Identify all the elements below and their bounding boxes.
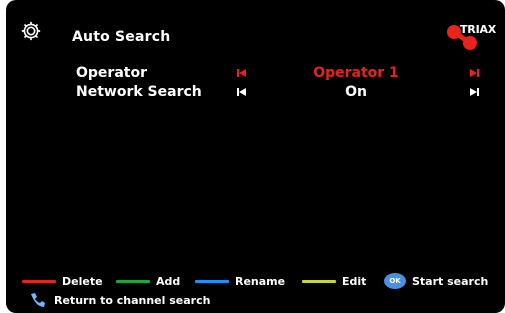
- yellow-key-icon: [302, 279, 336, 283]
- brand-name: TRIAX: [460, 23, 497, 36]
- network-search-label: Network Search: [76, 84, 202, 100]
- return-label: Return to channel search: [54, 293, 211, 307]
- delete-label: Delete: [62, 274, 103, 288]
- footer-legend: Delete Add Rename Edit OK Start search R…: [6, 272, 505, 312]
- rename-hint[interactable]: Rename: [195, 272, 285, 290]
- brand-logo: TRIAX: [446, 22, 498, 52]
- prev-arrow-icon[interactable]: [236, 67, 248, 79]
- operator-value: Operator 1: [313, 65, 399, 81]
- green-key-icon: [116, 279, 150, 283]
- ok-button-icon: OK: [384, 273, 406, 289]
- rename-label: Rename: [235, 274, 286, 288]
- edit-label: Edit: [342, 274, 367, 288]
- delete-hint[interactable]: Delete: [22, 272, 103, 290]
- setting-row-operator[interactable]: Operator Operator 1: [6, 65, 505, 81]
- return-icon: [31, 293, 45, 307]
- gear-icon[interactable]: [20, 20, 42, 42]
- next-arrow-icon[interactable]: [468, 86, 480, 98]
- red-key-icon: [22, 279, 56, 283]
- operator-label: Operator: [76, 65, 147, 81]
- blue-key-icon: [195, 279, 229, 283]
- prev-arrow-icon[interactable]: [236, 86, 248, 98]
- edit-hint[interactable]: Edit: [302, 272, 366, 290]
- network-search-value: On: [345, 84, 367, 100]
- start-search-label: Start search: [412, 274, 489, 288]
- next-arrow-icon[interactable]: [468, 67, 480, 79]
- add-label: Add: [156, 274, 181, 288]
- start-search-hint[interactable]: OK Start search: [384, 272, 488, 290]
- page-title: Auto Search: [72, 29, 171, 45]
- setting-row-network-search[interactable]: Network Search On: [6, 84, 505, 100]
- add-hint[interactable]: Add: [116, 272, 180, 290]
- tv-screen: Auto Search TRIAX Operator Operator 1 Ne…: [6, 0, 505, 313]
- return-hint[interactable]: Return to channel search: [28, 290, 210, 310]
